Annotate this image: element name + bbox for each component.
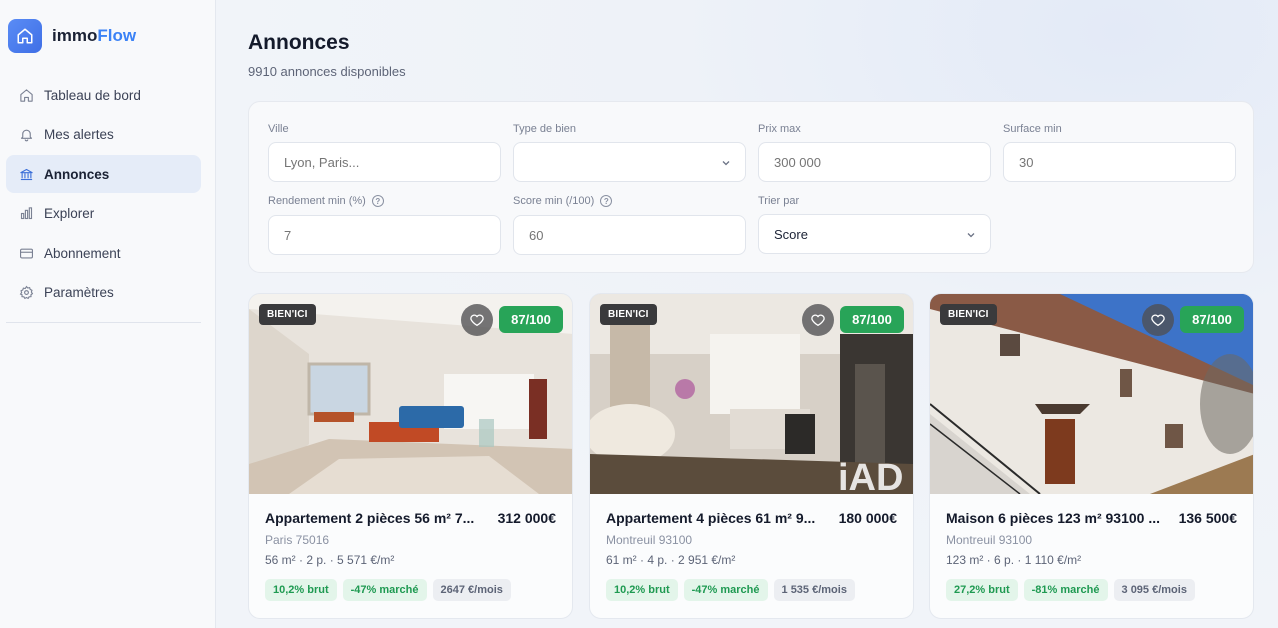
score-badge: 87/100 bbox=[840, 306, 904, 333]
sidebar-item-label: Abonnement bbox=[44, 245, 121, 261]
bar-chart-icon bbox=[18, 206, 34, 222]
source-badge: BIEN'ICI bbox=[940, 304, 997, 325]
sidebar-item-label: Paramètres bbox=[44, 285, 114, 301]
home-icon bbox=[18, 87, 34, 103]
listing-location: Paris 75016 bbox=[265, 533, 330, 547]
heart-icon bbox=[1151, 314, 1165, 326]
market-tag: -47% marché bbox=[683, 579, 768, 601]
gear-icon bbox=[18, 285, 34, 301]
sidebar-item-abonnement[interactable]: Abonnement bbox=[6, 234, 201, 272]
trier-par-label: Trier par bbox=[758, 195, 800, 207]
surface-min-label: Surface min bbox=[1003, 123, 1062, 135]
listing-meta: 61 m² · 4 p. · 2 951 €/m² bbox=[606, 553, 736, 567]
market-tag: -47% marché bbox=[342, 579, 427, 601]
listing-price: 312 000€ bbox=[497, 510, 556, 526]
listing-tags: 27,2% brut -81% marché 3 095 €/mois bbox=[946, 579, 1201, 601]
listing-location: Montreuil 93100 bbox=[606, 533, 693, 547]
surface-min-input[interactable] bbox=[1003, 142, 1236, 182]
listing-price: 180 000€ bbox=[838, 510, 897, 526]
sidebar-item-label: Annonces bbox=[44, 166, 110, 182]
listing-count: 9910 annonces disponibles bbox=[248, 64, 406, 79]
favorite-button[interactable] bbox=[1142, 304, 1174, 336]
bank-icon bbox=[18, 166, 34, 182]
heart-icon bbox=[811, 314, 825, 326]
prix-max-label: Prix max bbox=[758, 123, 801, 135]
rent-tag: 3 095 €/mois bbox=[1113, 579, 1195, 601]
sidebar-nav: Tableau de bord Mes alertes Annonces Exp… bbox=[6, 76, 201, 314]
heart-icon bbox=[470, 314, 484, 326]
listing-photo[interactable]: BIEN'ICI 87/100 bbox=[249, 294, 572, 494]
trier-par-select[interactable]: Score bbox=[758, 214, 991, 254]
listing-title[interactable]: Appartement 4 pièces 61 m² 9... bbox=[606, 510, 824, 526]
listing-meta: 56 m² · 2 p. · 5 571 €/m² bbox=[265, 553, 395, 567]
sidebar-item-explorer[interactable]: Explorer bbox=[6, 195, 201, 233]
listing-location: Montreuil 93100 bbox=[946, 533, 1033, 547]
listing-tags: 10,2% brut -47% marché 1 535 €/mois bbox=[606, 579, 861, 601]
rendement-min-label: Rendement min (%) ? bbox=[268, 195, 384, 207]
sidebar-item-mes-alertes[interactable]: Mes alertes bbox=[6, 116, 201, 154]
main-content: Annonces 9910 annonces disponibles Ville… bbox=[216, 0, 1278, 628]
yield-tag: 10,2% brut bbox=[265, 579, 337, 601]
favorite-button[interactable] bbox=[802, 304, 834, 336]
type-bien-select[interactable] bbox=[513, 142, 746, 182]
listing-price: 136 500€ bbox=[1178, 510, 1237, 526]
listing-card[interactable]: BIEN'ICI 87/100 Appartement 2 pièces 56 … bbox=[248, 293, 573, 619]
rendement-min-input[interactable] bbox=[268, 215, 501, 255]
chevron-down-icon bbox=[722, 161, 730, 166]
rent-tag: 1 535 €/mois bbox=[773, 579, 855, 601]
sidebar-item-parametres[interactable]: Paramètres bbox=[6, 274, 201, 312]
listing-tags: 10,2% brut -47% marché 2647 €/mois bbox=[265, 579, 517, 601]
yield-tag: 10,2% brut bbox=[606, 579, 678, 601]
ville-label: Ville bbox=[268, 123, 289, 135]
market-tag: -81% marché bbox=[1023, 579, 1108, 601]
listing-card[interactable]: BIEN'ICI 87/100 Maison 6 pièces 123 m² 9… bbox=[929, 293, 1254, 619]
help-icon[interactable]: ? bbox=[371, 195, 384, 207]
listing-title[interactable]: Appartement 2 pièces 56 m² 7... bbox=[265, 510, 483, 526]
listing-photo[interactable]: BIEN'ICI 87/100 bbox=[930, 294, 1253, 494]
credit-card-icon bbox=[18, 245, 34, 261]
brand-name: immoFlow bbox=[52, 26, 137, 45]
source-badge: BIEN'ICI bbox=[259, 304, 316, 325]
listing-photo[interactable]: iAD BIEN'ICI 87/100 bbox=[590, 294, 913, 494]
score-badge: 87/100 bbox=[1180, 306, 1244, 333]
score-min-input[interactable] bbox=[513, 215, 746, 255]
sidebar-item-annonces[interactable]: Annonces bbox=[6, 155, 201, 194]
filters-panel: Ville Type de bien Prix max Surface min … bbox=[248, 101, 1254, 273]
sidebar-item-label: Tableau de bord bbox=[44, 87, 141, 103]
home-icon bbox=[8, 19, 42, 53]
sidebar-item-label: Explorer bbox=[44, 206, 95, 222]
chevron-down-icon bbox=[967, 233, 975, 238]
score-min-label: Score min (/100) ? bbox=[513, 195, 613, 207]
help-icon[interactable]: ? bbox=[600, 195, 613, 207]
score-badge: 87/100 bbox=[499, 306, 563, 333]
page-title: Annonces bbox=[248, 31, 350, 54]
rent-tag: 2647 €/mois bbox=[432, 579, 511, 601]
listing-card[interactable]: iAD BIEN'ICI 87/100 Appartement 4 pièces… bbox=[589, 293, 914, 619]
source-badge: BIEN'ICI bbox=[600, 304, 657, 325]
prix-max-input[interactable] bbox=[758, 142, 991, 182]
type-bien-label: Type de bien bbox=[513, 123, 576, 135]
photo-watermark: iAD bbox=[838, 457, 903, 494]
bell-icon bbox=[18, 127, 34, 143]
sidebar-item-tableau-de-bord[interactable]: Tableau de bord bbox=[6, 76, 201, 114]
listing-meta: 123 m² · 6 p. · 1 110 €/m² bbox=[946, 553, 1082, 567]
sidebar-divider bbox=[6, 322, 201, 323]
listing-title[interactable]: Maison 6 pièces 123 m² 93100 ... bbox=[946, 510, 1164, 526]
favorite-button[interactable] bbox=[461, 304, 493, 336]
ville-input[interactable] bbox=[268, 142, 501, 182]
yield-tag: 27,2% brut bbox=[946, 579, 1018, 601]
sidebar-item-label: Mes alertes bbox=[44, 127, 114, 143]
brand[interactable]: immoFlow bbox=[8, 19, 136, 53]
sidebar: immoFlow Tableau de bord Mes alertes Ann… bbox=[0, 0, 216, 628]
